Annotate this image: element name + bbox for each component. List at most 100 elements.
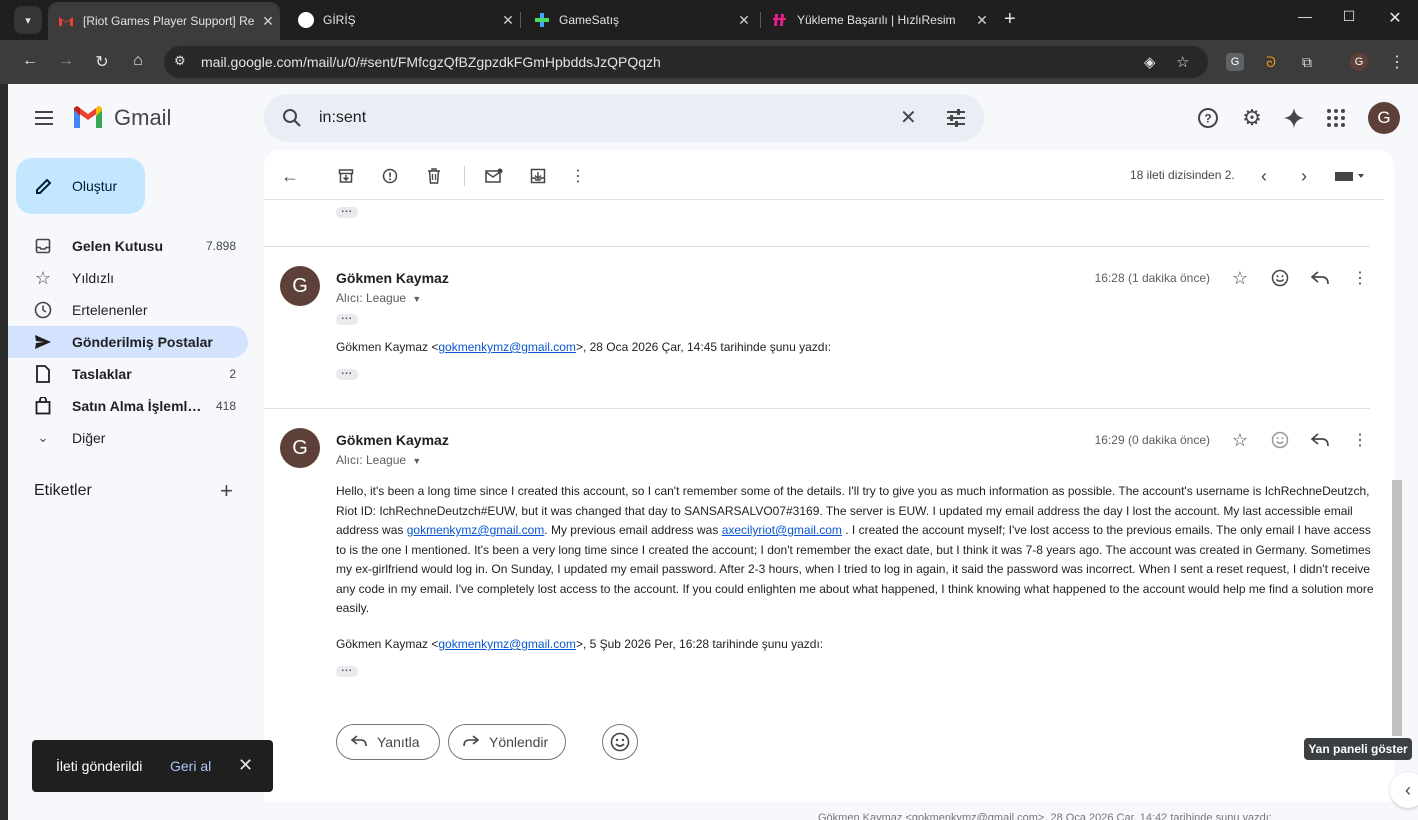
emoji-react-icon[interactable] — [1268, 266, 1292, 290]
sidebar-item-label: Taslaklar — [72, 366, 132, 382]
search-bar[interactable]: in:sent ✕ — [264, 94, 984, 142]
emoji-reaction-button[interactable] — [602, 724, 638, 760]
gmail-app: Gmail in:sent ✕ ? ⚙ G Oluştur Gelen Kutu… — [8, 84, 1418, 820]
show-trimmed-content-button[interactable]: ... — [336, 367, 358, 380]
reply-icon[interactable] — [1308, 428, 1332, 452]
recipient-chevron-icon[interactable]: ▼ — [412, 294, 421, 304]
tab-search-button[interactable]: ▾ — [14, 6, 42, 34]
close-icon[interactable]: ✕ — [238, 755, 253, 776]
maximize-button[interactable]: ☐ — [1334, 8, 1364, 25]
tab-gamesatis[interactable]: GameSatış ✕ — [524, 0, 756, 40]
reply-icon[interactable] — [1308, 266, 1332, 290]
search-icon[interactable] — [280, 106, 304, 135]
show-side-panel-button[interactable]: ‹ — [1390, 772, 1418, 808]
more-options-icon[interactable]: ⋮ — [566, 164, 590, 188]
delete-trash-icon[interactable] — [422, 164, 446, 188]
tab-title: [Riot Games Player Support] Re — [83, 14, 255, 28]
close-icon[interactable]: ✕ — [732, 12, 756, 29]
close-icon[interactable]: ✕ — [496, 12, 520, 29]
tab-hizliresim[interactable]: Yükleme Başarılı | HızlıResim ✕ — [762, 0, 994, 40]
move-to-icon[interactable] — [526, 164, 550, 188]
tab-giris[interactable]: GİRİŞ ✕ — [288, 0, 520, 40]
scrollbar-thumb[interactable] — [1392, 480, 1402, 736]
report-spam-icon[interactable] — [378, 164, 402, 188]
message-more-icon[interactable]: ⋮ — [1348, 266, 1372, 290]
tab-separator — [760, 12, 761, 28]
tab-title: GameSatış — [559, 13, 620, 27]
translate-icon[interactable]: ◈ — [1144, 53, 1156, 71]
browser-tab-bar: ▾ [Riot Games Player Support] Re ✕ GİRİŞ… — [0, 0, 1418, 40]
forward-icon — [463, 734, 480, 751]
forward-button[interactable]: → — [54, 52, 78, 70]
thread-pager-info: 18 ileti dizisinden 2. — [1130, 168, 1235, 182]
clear-search-icon[interactable]: ✕ — [900, 105, 917, 130]
add-label-icon[interactable]: + — [220, 478, 233, 504]
tab-riot-support[interactable]: [Riot Games Player Support] Re ✕ — [48, 2, 280, 40]
pencil-icon — [34, 176, 54, 201]
address-bar[interactable]: ⚙ mail.google.com/mail/u/0/#sent/FMfcgzQ… — [164, 46, 1208, 78]
message-more-icon[interactable]: ⋮ — [1348, 428, 1372, 452]
gemini-sparkle-icon[interactable] — [1282, 106, 1306, 130]
home-button[interactable]: ⌂ — [126, 52, 150, 70]
bookmark-star-icon[interactable]: ☆ — [1176, 53, 1189, 71]
close-icon[interactable]: ✕ — [970, 12, 994, 29]
newer-chevron-icon[interactable]: ‹ — [1252, 164, 1276, 188]
toast-message: İleti gönderildi — [56, 758, 143, 774]
star-icon[interactable]: ☆ — [1228, 428, 1252, 452]
extension-g-icon[interactable]: G — [1226, 53, 1244, 71]
main-menu-icon[interactable] — [32, 106, 56, 130]
browser-menu-icon[interactable]: ⋮ — [1388, 53, 1406, 71]
quote-email-link[interactable]: gokmenkymz@gmail.com — [438, 637, 576, 651]
search-options-icon[interactable] — [944, 106, 968, 135]
back-button[interactable]: ← — [18, 52, 42, 70]
minimize-button[interactable]: — — [1290, 8, 1320, 24]
quote-header: Gökmen Kaymaz <gokmenkymz@gmail.com>, 5 … — [336, 637, 823, 651]
email-link[interactable]: axecilyriot@gmail.com — [722, 523, 842, 537]
extension-swirl-icon[interactable]: ᘐ — [1262, 53, 1280, 71]
archive-icon[interactable] — [334, 164, 358, 188]
gmail-logo-icon[interactable] — [72, 106, 104, 135]
toolbar-bottom-border — [264, 199, 1384, 200]
sidebar-item-purchases[interactable]: Satın Alma İşlemleri 418 — [8, 390, 248, 422]
show-trimmed-content-button[interactable]: ... — [336, 312, 358, 325]
extensions-puzzle-icon[interactable]: ⧉ — [1298, 53, 1316, 71]
reload-button[interactable]: ↻ — [90, 52, 114, 72]
show-trimmed-content-button[interactable]: ... — [336, 205, 358, 218]
reply-button[interactable]: Yanıtla — [336, 724, 440, 760]
older-chevron-icon[interactable]: › — [1292, 164, 1316, 188]
close-window-button[interactable]: ✕ — [1380, 8, 1410, 28]
compose-button[interactable]: Oluştur — [16, 158, 145, 214]
search-input[interactable]: in:sent — [319, 109, 366, 127]
site-info-icon[interactable]: ⚙ — [174, 53, 186, 69]
inbox-icon — [34, 237, 52, 255]
recipient-line[interactable]: Alıcı: League ▼ — [336, 291, 421, 305]
show-trimmed-content-button[interactable]: ... — [336, 664, 358, 677]
forward-button[interactable]: Yönlendir — [448, 724, 566, 760]
undo-button[interactable]: Geri al — [170, 758, 211, 774]
account-avatar[interactable]: G — [1368, 102, 1400, 134]
recipient-line[interactable]: Alıcı: League ▼ — [336, 453, 421, 467]
quote-email-link[interactable]: gokmenkymz@gmail.com — [438, 340, 576, 354]
back-to-list-icon[interactable]: ← — [278, 164, 302, 188]
email-link[interactable]: gokmenkymz@gmail.com — [407, 523, 545, 537]
close-icon[interactable]: ✕ — [256, 13, 280, 30]
emoji-react-icon[interactable] — [1268, 428, 1292, 452]
profile-avatar-icon[interactable]: G — [1350, 53, 1368, 71]
sidebar-item-snoozed[interactable]: Ertelenenler — [8, 294, 248, 326]
sidebar-item-drafts[interactable]: Taslaklar 2 — [8, 358, 248, 390]
recipient-chevron-icon[interactable]: ▼ — [412, 456, 421, 466]
help-icon[interactable]: ? — [1196, 106, 1220, 130]
input-tools-keyboard-icon[interactable] — [1330, 164, 1370, 188]
new-tab-button[interactable]: + — [1004, 8, 1016, 30]
sidebar-item-sent[interactable]: Gönderilmiş Postalar — [8, 326, 248, 358]
apps-grid-icon[interactable] — [1324, 106, 1348, 130]
sidebar-item-inbox[interactable]: Gelen Kutusu 7.898 — [8, 230, 248, 262]
settings-gear-icon[interactable]: ⚙ — [1240, 105, 1264, 130]
sidebar-item-starred[interactable]: ☆ Yıldızlı — [8, 262, 248, 294]
recipient-text: Alıcı: League — [336, 453, 407, 467]
mark-unread-icon[interactable] — [482, 164, 506, 188]
star-icon[interactable]: ☆ — [1228, 266, 1252, 290]
browser-toolbar: ← → ↻ ⌂ ⚙ mail.google.com/mail/u/0/#sent… — [0, 40, 1418, 84]
sidebar-item-more[interactable]: ⌄ Diğer — [8, 422, 248, 454]
message-panel: ← ⋮ 18 ileti dizisinden 2. ‹ › ... G Gök… — [264, 150, 1394, 802]
